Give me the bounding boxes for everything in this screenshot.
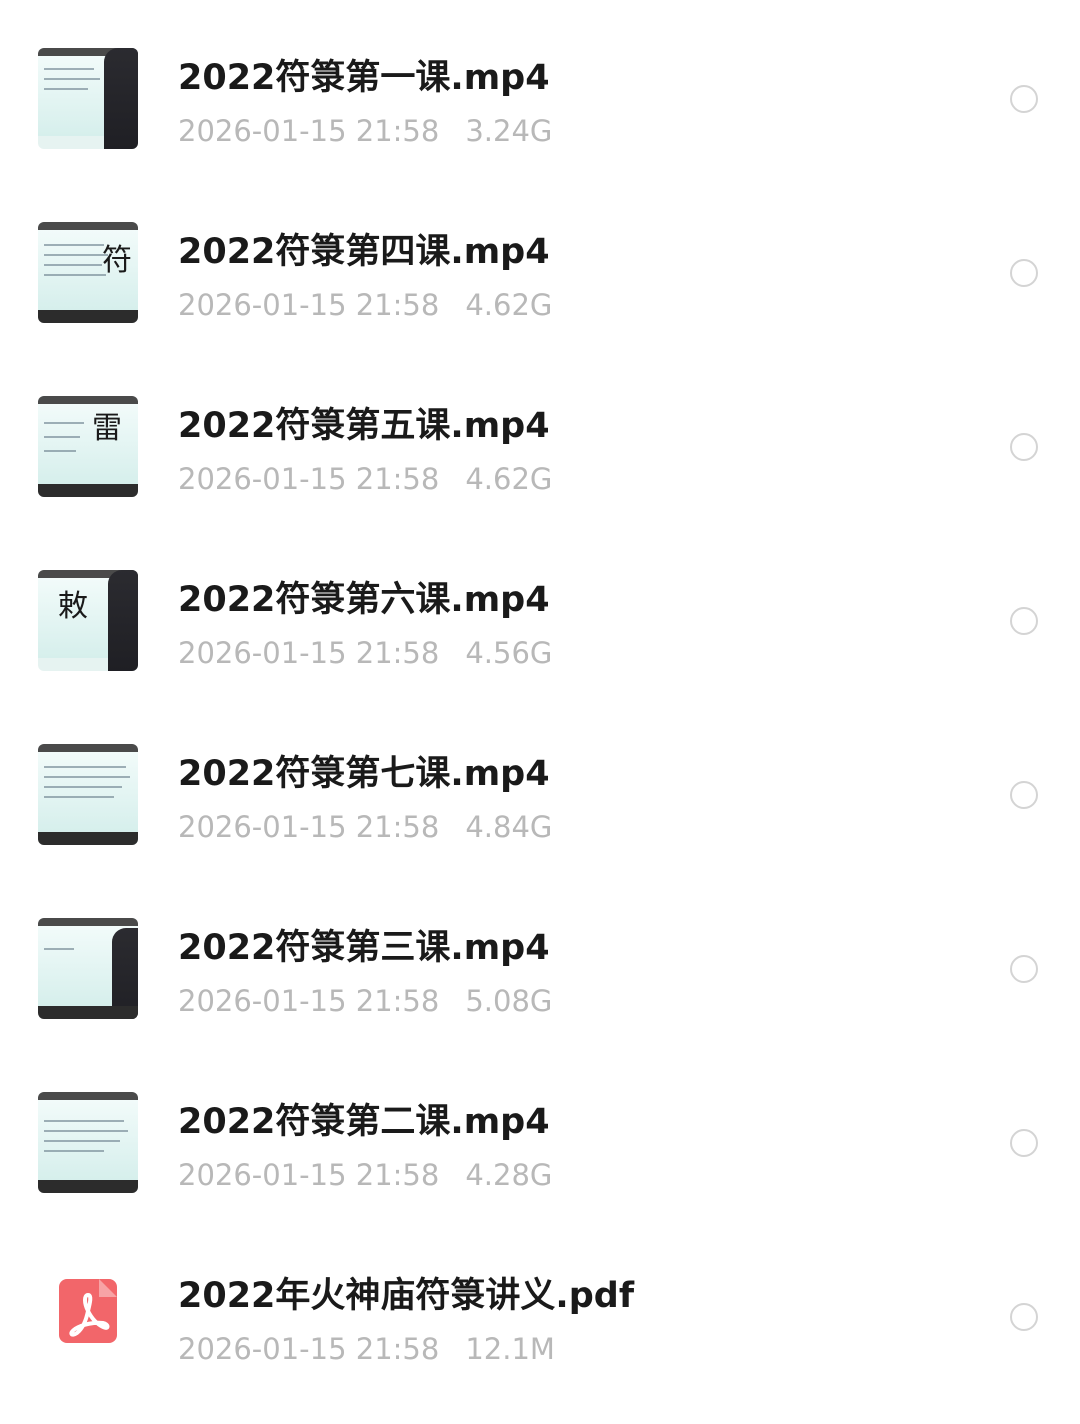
thumbnail-screen [38, 752, 138, 832]
file-row[interactable]: 符 2022符箓第四课.mp4 2026-01-15 21:58 4.62G [0, 174, 1080, 348]
file-date: 2026-01-15 21:58 [178, 288, 440, 322]
file-date: 2026-01-15 21:58 [178, 984, 440, 1018]
file-row[interactable]: 敕 2022符箓第六课.mp4 2026-01-15 21:58 4.56G [0, 522, 1080, 696]
file-meta: 2026-01-15 21:58 12.1M [178, 1331, 555, 1367]
file-date: 2026-01-15 21:58 [178, 810, 440, 844]
file-date: 2026-01-15 21:58 [178, 114, 440, 148]
file-size: 4.84G [465, 810, 553, 844]
file-row[interactable]: 2022符箓第二课.mp4 2026-01-15 21:58 4.28G [0, 1044, 1080, 1218]
thumbnail-bezel [38, 396, 138, 404]
select-radio[interactable] [1010, 607, 1038, 635]
thumbnail-bezel [38, 1092, 138, 1100]
thumbnail-text-line [44, 450, 76, 452]
file-size: 4.62G [465, 288, 553, 322]
file-meta: 2026-01-15 21:58 4.62G [178, 461, 552, 497]
thumbnail-text-line [44, 786, 122, 788]
thumbnail-bezel [38, 222, 138, 230]
file-size: 4.62G [465, 462, 553, 496]
select-radio[interactable] [1010, 433, 1038, 461]
select-radio[interactable] [1010, 955, 1038, 983]
talisman-glyph-icon: 敕 [58, 589, 88, 624]
file-row[interactable]: 2022符箓第三课.mp4 2026-01-15 21:58 5.08G [0, 870, 1080, 1044]
thumbnail-bezel [38, 1006, 138, 1019]
select-radio[interactable] [1010, 259, 1038, 287]
file-meta: 2026-01-15 21:58 4.28G [178, 1157, 552, 1193]
thumbnail-text-line [44, 254, 108, 256]
file-name: 2022符箓第三课.mp4 [178, 928, 550, 968]
file-meta: 2026-01-15 21:58 3.24G [178, 113, 552, 149]
pdf-acrobat-glyph-icon [69, 1279, 117, 1337]
video-thumbnail: 符 [38, 222, 138, 323]
thumbnail-text-line [44, 88, 88, 90]
thumbnail-text-line [44, 436, 80, 438]
thumbnail-text-line [44, 1130, 128, 1132]
file-size: 3.24G [465, 114, 553, 148]
thumbnail-bezel [38, 484, 138, 497]
thumbnail-text-line [44, 264, 102, 266]
select-radio[interactable] [1010, 1129, 1038, 1157]
file-row[interactable]: 2022符箓第七课.mp4 2026-01-15 21:58 4.84G [0, 696, 1080, 870]
video-thumbnail [38, 1092, 138, 1193]
file-name: 2022符箓第四课.mp4 [178, 232, 550, 272]
thumbnail-text-line [44, 1150, 104, 1152]
thumbnail-text-line [44, 1140, 120, 1142]
file-name: 2022符箓第五课.mp4 [178, 406, 550, 446]
file-size: 4.28G [465, 1158, 553, 1192]
video-thumbnail: 雷 [38, 396, 138, 497]
thumbnail-text-line [44, 78, 100, 80]
thumbnail-bezel [38, 310, 138, 323]
file-size: 5.08G [465, 984, 553, 1018]
file-date: 2026-01-15 21:58 [178, 1332, 440, 1366]
select-radio[interactable] [1010, 781, 1038, 809]
file-row[interactable]: 2022符箓第一课.mp4 2026-01-15 21:58 3.24G [0, 0, 1080, 174]
thumbnail-text-line [44, 776, 130, 778]
select-radio[interactable] [1010, 85, 1038, 113]
thumbnail-text-line [44, 274, 106, 276]
thumbnail-text-line [44, 1120, 124, 1122]
file-date: 2026-01-15 21:58 [178, 1158, 440, 1192]
file-meta: 2026-01-15 21:58 4.62G [178, 287, 552, 323]
thumbnail-bezel [38, 1180, 138, 1193]
file-meta: 2026-01-15 21:58 4.84G [178, 809, 552, 845]
file-size: 12.1M [465, 1332, 555, 1366]
thumbnail-text-line [44, 244, 104, 246]
file-name: 2022符箓第六课.mp4 [178, 580, 550, 620]
thumbnail-presenter [108, 570, 138, 671]
thumbnail-text-line [44, 68, 94, 70]
talisman-glyph-icon: 雷 [92, 411, 122, 446]
thumbnail-presenter [104, 48, 138, 149]
talisman-glyph-icon: 符 [102, 243, 132, 278]
file-row[interactable]: 雷 2022符箓第五课.mp4 2026-01-15 21:58 4.62G [0, 348, 1080, 522]
file-meta: 2026-01-15 21:58 4.56G [178, 635, 552, 671]
pdf-icon [59, 1279, 117, 1343]
file-meta: 2026-01-15 21:58 5.08G [178, 983, 552, 1019]
thumbnail-screen [38, 404, 138, 484]
video-thumbnail [38, 744, 138, 845]
thumbnail-bezel [38, 744, 138, 752]
video-thumbnail: 敕 [38, 570, 138, 671]
file-name: 2022符箓第七课.mp4 [178, 754, 550, 794]
file-name: 2022年火神庙符箓讲义.pdf [178, 1276, 635, 1316]
thumbnail-text-line [44, 766, 126, 768]
file-date: 2026-01-15 21:58 [178, 636, 440, 670]
video-thumbnail [38, 48, 138, 149]
file-size: 4.56G [465, 636, 553, 670]
file-row[interactable]: 2022年火神庙符箓讲义.pdf 2026-01-15 21:58 12.1M [0, 1218, 1080, 1392]
file-date: 2026-01-15 21:58 [178, 462, 440, 496]
video-thumbnail [38, 918, 138, 1019]
thumbnail-bezel [38, 918, 138, 926]
thumbnail-bezel [38, 832, 138, 845]
file-list: 2022符箓第一课.mp4 2026-01-15 21:58 3.24G 符 20… [0, 0, 1080, 1424]
file-name: 2022符箓第一课.mp4 [178, 58, 550, 98]
file-name: 2022符箓第二课.mp4 [178, 1102, 550, 1142]
thumbnail-text-line [44, 796, 114, 798]
select-radio[interactable] [1010, 1303, 1038, 1331]
thumbnail-text-line [44, 422, 84, 424]
thumbnail-text-line [44, 948, 74, 950]
